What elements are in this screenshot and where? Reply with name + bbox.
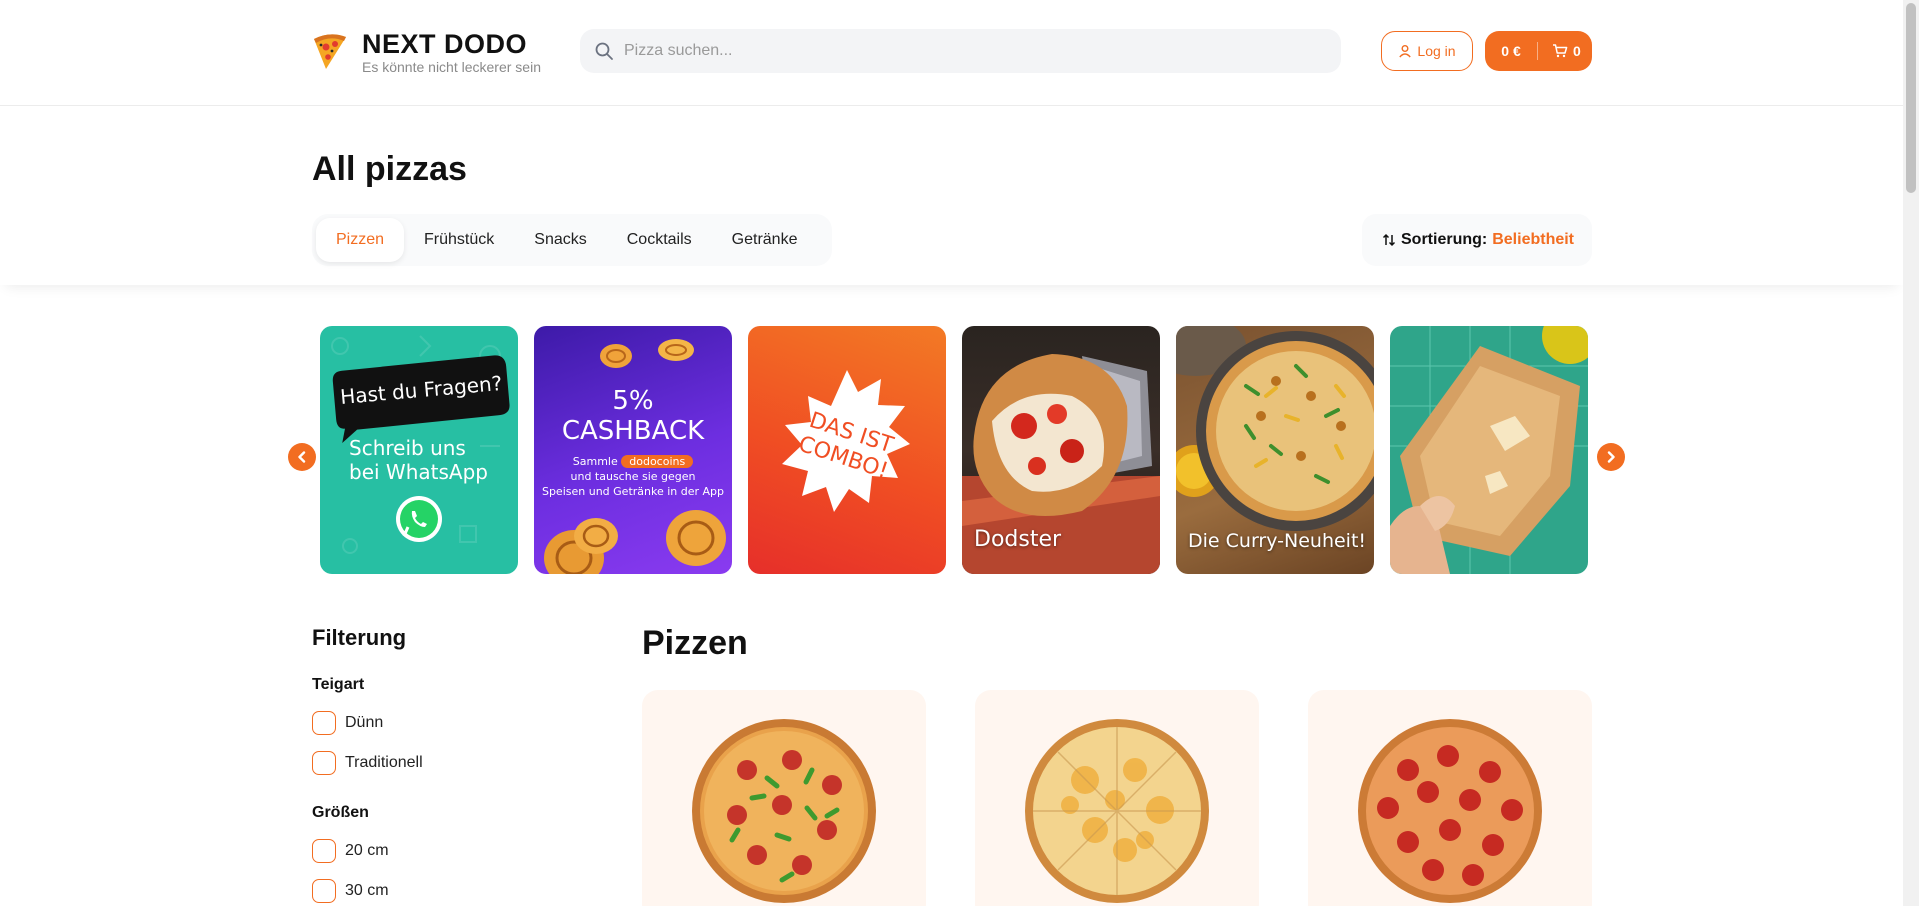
filter-option-label: 30 cm [345,882,389,899]
filter-group-groessen: Größen [312,804,369,821]
checkbox-duenn[interactable] [312,711,336,735]
cashback-text-before: Sammle [572,455,618,468]
product-card[interactable] [642,690,926,906]
filter-title: Filterung [312,625,407,650]
page: NEXT DODO Es könnte nicht leckerer sein … [0,0,1919,906]
tab-fruehstueck[interactable]: Frühstück [404,218,514,262]
filter-option-label: 20 cm [345,842,389,859]
filter-option-30cm[interactable]: 30 cm [312,879,389,903]
page-title: All pizzas [312,150,467,188]
story-whatsapp-line2: bei WhatsApp [349,460,488,484]
tab-cocktails[interactable]: Cocktails [607,218,712,262]
pizza-pepperoni-image [1358,719,1542,903]
cart-total: 0 € [1501,43,1521,59]
filter-group-teigart: Teigart [312,676,365,693]
site-header: NEXT DODO Es könnte nicht leckerer sein … [0,0,1903,106]
cashback-headline: 5% CASHBACK [534,386,732,446]
snack-hand-image [1390,326,1588,574]
sort-value: Beliebtheit [1492,231,1575,248]
story-cashback[interactable]: 5% CASHBACK Sammle dodocoins und tausche… [534,326,732,574]
chevron-left-icon [298,451,306,463]
cart-count-wrap: 0 [1538,43,1581,59]
filter-option-label: Traditionell [345,754,423,771]
tab-snacks[interactable]: Snacks [514,218,606,262]
login-label: Log in [1417,43,1456,59]
chevron-right-icon [1607,451,1615,463]
sort-arrows-icon [1382,233,1396,247]
gold-coins-art [544,339,726,574]
sort-dropdown[interactable]: Sortierung: Beliebtheit [1362,214,1592,266]
user-icon [1399,45,1412,58]
cashback-line3: Speisen und Getränke in der App [541,485,725,498]
story-curry-caption: Die Curry-Neuheit! [1188,530,1367,552]
whatsapp-icon [396,496,442,542]
sort-label: Sortierung: [1401,231,1488,248]
brand-name[interactable]: NEXT DODO [362,29,527,60]
scrollbar-thumb[interactable] [1906,3,1916,193]
dodocoins-pill: dodocoins [621,455,694,468]
checkbox-20cm[interactable] [312,839,336,863]
cart-button[interactable]: 0 € 0 [1485,31,1592,71]
pizza-cheese-image [1025,719,1209,903]
story-dodster[interactable]: Dodster [962,326,1160,574]
cashback-percent: 5% [612,386,654,416]
cashback-line1: Sammle dodocoins [534,454,732,469]
filter-option-20cm[interactable]: 20 cm [312,839,389,863]
story-combo[interactable]: DAS IST COMBO! [748,326,946,574]
login-button[interactable]: Log in [1381,31,1473,71]
top-bar: All pizzas Pizzen Frühstück Snacks Cockt… [0,107,1903,285]
page-scrollbar[interactable] [1903,0,1919,906]
carousel-next-button[interactable] [1597,443,1625,471]
search-icon [595,42,613,60]
tab-pizzen[interactable]: Pizzen [316,218,405,262]
story-curry[interactable]: Die Curry-Neuheit! [1176,326,1374,574]
filter-option-duenn[interactable]: Dünn [312,711,383,735]
pizza-logo-icon[interactable] [312,31,348,71]
brand-tagline: Es könnte nicht leckerer sein [362,59,541,75]
tab-getraenke[interactable]: Getränke [712,218,818,262]
story-dodster-caption: Dodster [974,527,1062,552]
story-whatsapp-text: Schreib uns bei WhatsApp [349,436,488,484]
pizza-pepperoni-pepper-image [692,719,876,903]
search-box[interactable] [580,29,1341,73]
product-card[interactable] [975,690,1259,906]
cashback-line2: und tausche sie gegen [570,470,696,483]
story-whatsapp[interactable]: Hast du Fragen? Schreib uns bei WhatsApp [320,326,518,574]
cashback-word: CASHBACK [561,416,705,446]
cashback-text: Sammle dodocoins und tausche sie gegen S… [534,454,732,499]
story-whatsapp-line1: Schreib uns [349,436,466,460]
checkbox-traditionell[interactable] [312,751,336,775]
cart-count: 0 [1573,43,1581,59]
product-card[interactable] [1308,690,1592,906]
filter-option-traditionell[interactable]: Traditionell [312,751,423,775]
cart-icon [1553,44,1568,58]
category-tabs: Pizzen Frühstück Snacks Cocktails Geträn… [312,214,832,266]
section-title-pizzen: Pizzen [642,624,748,662]
checkbox-30cm[interactable] [312,879,336,903]
carousel-prev-button[interactable] [288,443,316,471]
search-input[interactable] [624,29,1324,73]
story-snack[interactable] [1390,326,1588,574]
filter-option-label: Dünn [345,714,384,731]
